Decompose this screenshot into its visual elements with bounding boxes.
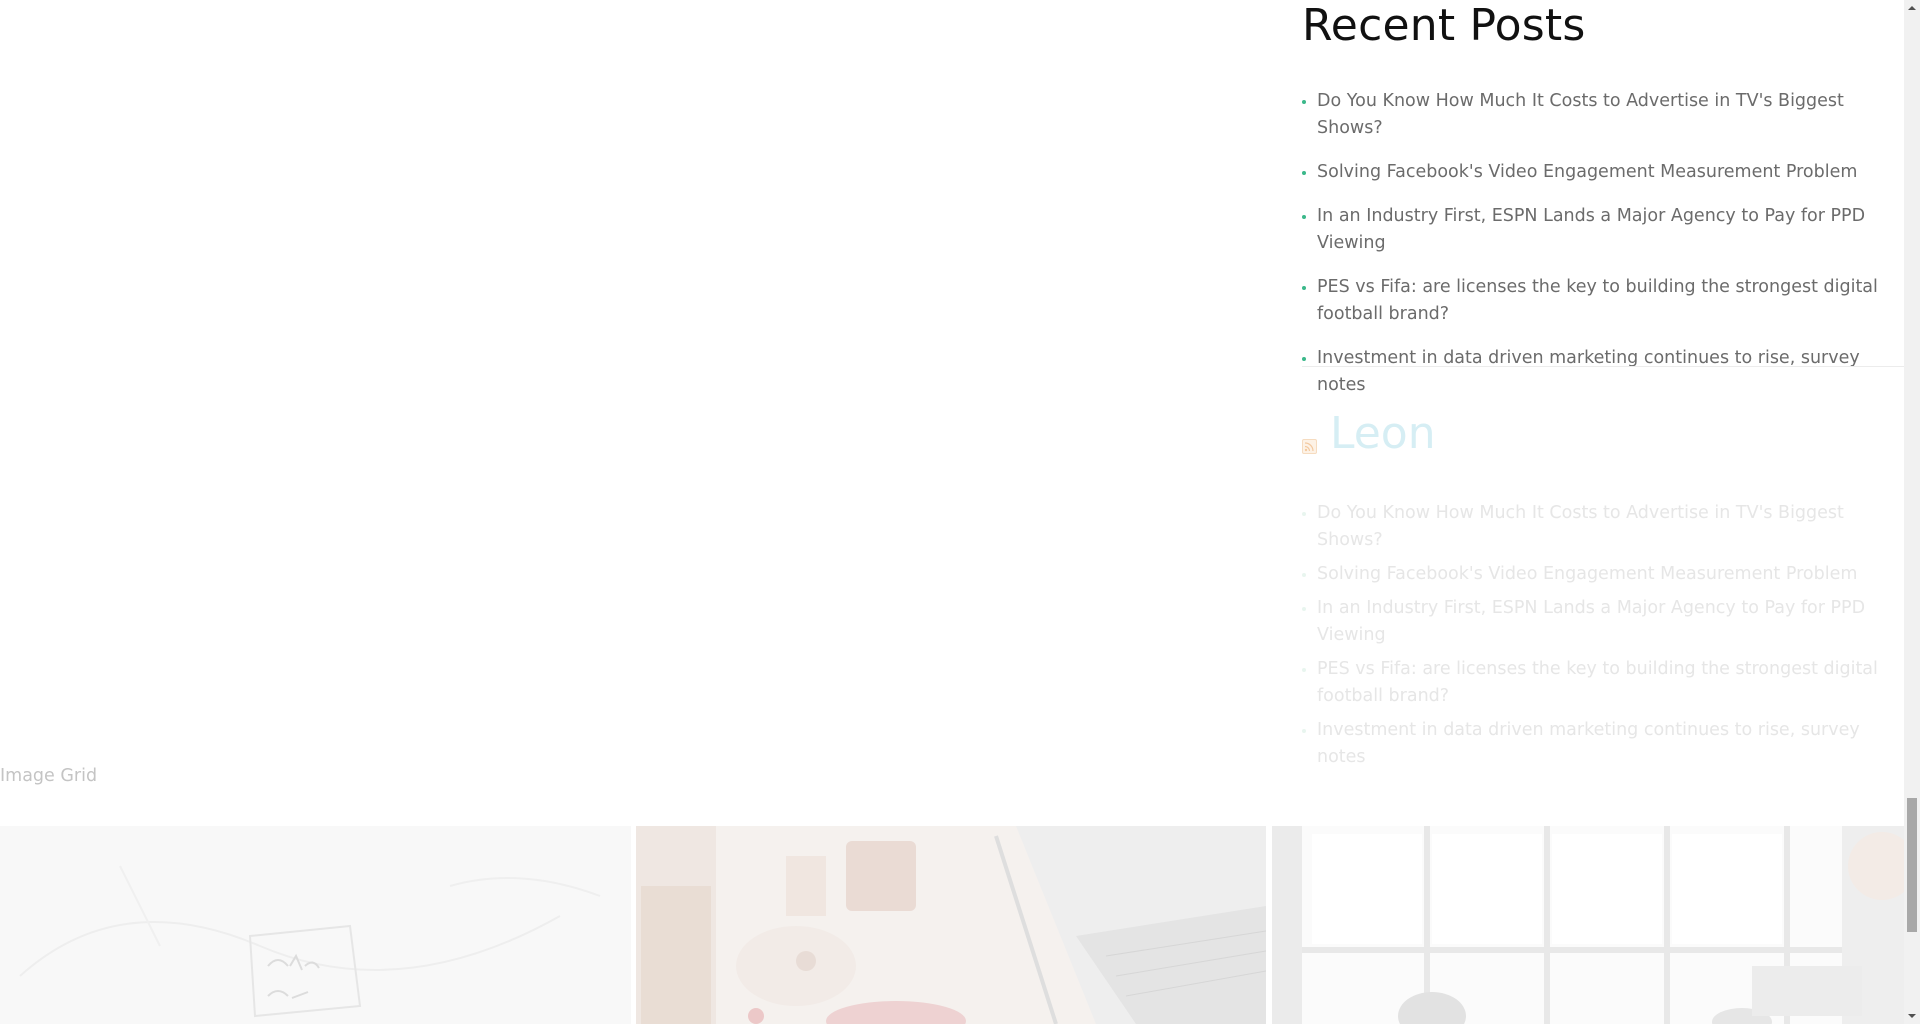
recent-posts-list: Do You Know How Much It Costs to Adverti… (1302, 88, 1904, 399)
rss-post-label: Do You Know How Much It Costs to Adverti… (1317, 503, 1844, 550)
image-grid (0, 826, 1904, 1024)
rss-post-label: In an Industry First, ESPN Lands a Major… (1317, 598, 1866, 645)
recent-post-link[interactable]: In an Industry First, ESPN Lands a Major… (1302, 203, 1904, 257)
recent-post-link[interactable]: Solving Facebook's Video Engagement Meas… (1302, 159, 1904, 186)
rss-post-label: Solving Facebook's Video Engagement Meas… (1317, 564, 1858, 584)
rss-widget-header: Leon (1302, 406, 1904, 462)
scroll-down-arrow-icon[interactable] (1904, 1008, 1920, 1024)
recent-post-label: Solving Facebook's Video Engagement Meas… (1317, 162, 1858, 182)
grid-image-whiteboard[interactable] (0, 826, 631, 1024)
recent-post-link[interactable]: Do You Know How Much It Costs to Adverti… (1302, 88, 1904, 142)
recent-post-label: Do You Know How Much It Costs to Adverti… (1317, 91, 1844, 138)
rss-widget-title[interactable]: Leon (1330, 406, 1436, 462)
bullet-icon (1302, 729, 1306, 733)
rss-icon[interactable] (1302, 439, 1317, 454)
recent-post-label: PES vs Fifa: are licenses the key to bui… (1317, 277, 1878, 324)
bullet-icon (1302, 171, 1306, 175)
rss-post-link[interactable]: Do You Know How Much It Costs to Adverti… (1302, 500, 1904, 554)
rss-widget: Leon Do You Know How Much It Costs to Ad… (1302, 406, 1904, 778)
page: Recent Posts Do You Know How Much It Cos… (0, 0, 1920, 1024)
recent-posts-widget: Recent Posts Do You Know How Much It Cos… (1302, 0, 1904, 416)
bullet-icon (1302, 607, 1306, 611)
bullet-icon (1302, 357, 1306, 361)
vertical-scrollbar[interactable] (1904, 0, 1920, 1024)
rss-posts-list: Do You Know How Much It Costs to Adverti… (1302, 500, 1904, 771)
bullet-icon (1302, 573, 1306, 577)
image-grid-label: Image Grid (0, 766, 98, 786)
rss-post-label: Investment in data driven marketing cont… (1317, 720, 1860, 767)
bullet-icon (1302, 100, 1306, 104)
grid-image-desk-laptop[interactable] (636, 826, 1266, 1024)
recent-post-link[interactable]: Investment in data driven marketing cont… (1302, 345, 1904, 399)
bullet-icon (1302, 215, 1306, 219)
recent-post-link[interactable]: PES vs Fifa: are licenses the key to bui… (1302, 274, 1904, 328)
rss-post-label: PES vs Fifa: are licenses the key to bui… (1317, 659, 1878, 706)
recent-post-label: In an Industry First, ESPN Lands a Major… (1317, 206, 1866, 253)
rss-post-link[interactable]: PES vs Fifa: are licenses the key to bui… (1302, 656, 1904, 710)
grid-image-office-meeting[interactable] (1272, 826, 1904, 1024)
scrollbar-thumb[interactable] (1907, 798, 1917, 932)
scroll-up-arrow-icon[interactable] (1904, 0, 1920, 16)
widget-divider (1302, 366, 1904, 367)
bullet-icon (1302, 512, 1306, 516)
rss-post-link[interactable]: Investment in data driven marketing cont… (1302, 717, 1904, 771)
recent-posts-title: Recent Posts (1302, 0, 1586, 51)
rss-post-link[interactable]: Solving Facebook's Video Engagement Meas… (1302, 561, 1904, 588)
bullet-icon (1302, 668, 1306, 672)
bullet-icon (1302, 286, 1306, 290)
recent-post-label: Investment in data driven marketing cont… (1317, 348, 1860, 395)
rss-post-link[interactable]: In an Industry First, ESPN Lands a Major… (1302, 595, 1904, 649)
